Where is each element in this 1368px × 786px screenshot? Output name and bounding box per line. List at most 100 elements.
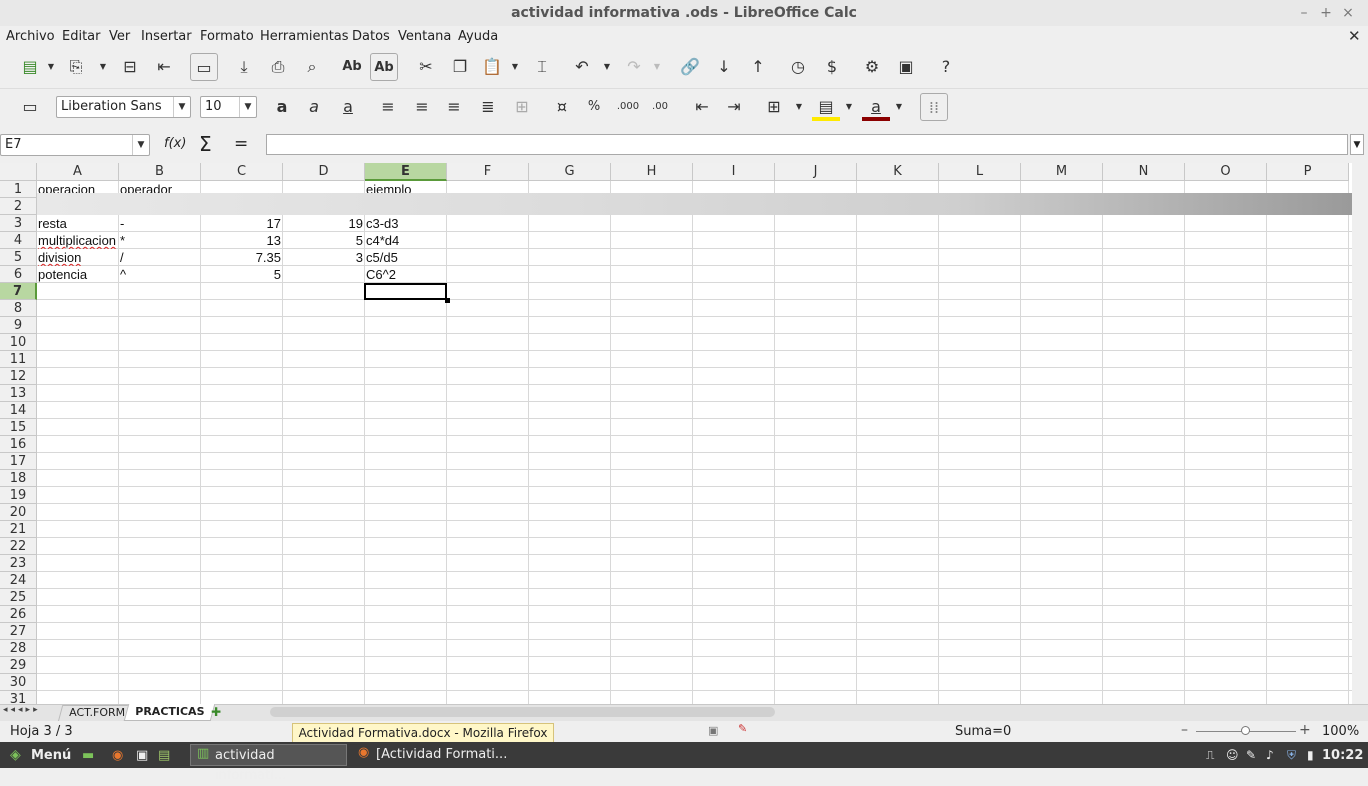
- chevron-down-icon[interactable]: ▼: [132, 135, 149, 155]
- zoom-level[interactable]: 100%: [1322, 724, 1359, 739]
- clone-formatting-icon[interactable]: ⌶: [528, 53, 556, 81]
- show-desktop-icon[interactable]: ▬: [82, 745, 94, 766]
- row-header-8[interactable]: 8: [0, 300, 37, 317]
- tray-battery-icon[interactable]: ▮: [1307, 745, 1314, 766]
- sidebar-toggle-icon[interactable]: ▭: [16, 93, 44, 121]
- cell-a5[interactable]: division: [38, 249, 118, 266]
- align-center-icon[interactable]: ≡: [408, 93, 436, 121]
- cell-c3[interactable]: 17: [201, 215, 281, 232]
- row-header-24[interactable]: 24: [0, 572, 37, 589]
- row-header-13[interactable]: 13: [0, 385, 37, 402]
- menu-datos[interactable]: Datos: [352, 27, 390, 47]
- menu-ayuda[interactable]: Ayuda: [458, 27, 498, 47]
- cell-c4[interactable]: 13: [201, 232, 281, 249]
- row-header-12[interactable]: 12: [0, 368, 37, 385]
- merge-cells-icon[interactable]: ⊞: [508, 93, 536, 121]
- row-header-11[interactable]: 11: [0, 351, 37, 368]
- align-left-icon[interactable]: ≡: [374, 93, 402, 121]
- row-header-3[interactable]: 3: [0, 215, 37, 232]
- row-header-21[interactable]: 21: [0, 521, 37, 538]
- justify-icon[interactable]: ≣: [474, 93, 502, 121]
- selected-cell-cursor[interactable]: [364, 283, 447, 300]
- sort-descending-icon[interactable]: ↓: [710, 53, 738, 81]
- expand-formula-icon[interactable]: ▼: [1350, 134, 1364, 155]
- redo-icon[interactable]: ↷: [620, 53, 648, 81]
- cell-e6[interactable]: C6^2: [366, 266, 446, 283]
- print-preview-icon[interactable]: ⌕: [298, 53, 326, 81]
- function-wizard-button[interactable]: f(x): [164, 136, 186, 151]
- open-dropdown-icon[interactable]: ▼: [98, 53, 108, 81]
- row-header-17[interactable]: 17: [0, 453, 37, 470]
- chevron-down-icon[interactable]: ▼: [173, 97, 190, 117]
- column-header-a[interactable]: A: [37, 163, 119, 181]
- menu-insertar[interactable]: Insertar: [141, 27, 192, 47]
- column-header-d[interactable]: D: [283, 163, 365, 181]
- row-header-26[interactable]: 26: [0, 606, 37, 623]
- column-header-l[interactable]: L: [939, 163, 1021, 181]
- mint-menu-icon[interactable]: ◈: [10, 745, 21, 766]
- sheet-nav-arrows[interactable]: ◂◂◂▸▸: [3, 705, 41, 715]
- row-header-27[interactable]: 27: [0, 623, 37, 640]
- column-header-m[interactable]: M: [1021, 163, 1103, 181]
- cell-a4[interactable]: multiplicacion: [38, 232, 118, 249]
- row-header-7[interactable]: 7: [0, 283, 37, 300]
- column-header-e[interactable]: E: [365, 163, 447, 181]
- tray-network-icon[interactable]: ⎍: [1206, 745, 1214, 766]
- chevron-down-icon[interactable]: ▼: [239, 97, 256, 117]
- row-header-16[interactable]: 16: [0, 436, 37, 453]
- row-header-15[interactable]: 15: [0, 419, 37, 436]
- zoom-out-button[interactable]: –: [1181, 722, 1188, 738]
- row-header-1[interactable]: 1: [0, 181, 37, 198]
- terminal-launcher-icon[interactable]: ▣: [136, 745, 148, 766]
- pivot-table-icon[interactable]: $: [818, 53, 846, 81]
- column-header-g[interactable]: G: [529, 163, 611, 181]
- font-color-icon[interactable]: a: [862, 93, 890, 121]
- cell-b3[interactable]: -: [120, 215, 200, 232]
- zoom-slider-thumb[interactable]: [1241, 726, 1250, 735]
- column-header-k[interactable]: K: [857, 163, 939, 181]
- new-dropdown-icon[interactable]: ▼: [46, 53, 56, 81]
- borders-icon[interactable]: ⊞: [760, 93, 788, 121]
- sum-button[interactable]: Σ: [199, 132, 212, 156]
- cell-e3[interactable]: c3-d3: [366, 215, 446, 232]
- font-size-box[interactable]: 10 ▼: [200, 96, 257, 118]
- zoom-in-button[interactable]: +: [1299, 722, 1311, 738]
- bold-icon[interactable]: a: [268, 93, 296, 121]
- maximize-button[interactable]: +: [1316, 3, 1336, 23]
- cell-b5[interactable]: /: [120, 249, 200, 266]
- fill-handle[interactable]: [445, 298, 450, 303]
- copy-icon[interactable]: ❐: [446, 53, 474, 81]
- column-header-p[interactable]: P: [1267, 163, 1349, 181]
- row-header-6[interactable]: 6: [0, 266, 37, 283]
- tray-pen-icon[interactable]: ✎: [1246, 745, 1256, 766]
- settings-icon[interactable]: ⚙: [858, 53, 886, 81]
- menu-archivo[interactable]: Archivo: [6, 27, 55, 47]
- decrease-indent-icon[interactable]: ⇤: [688, 93, 716, 121]
- underline-icon[interactable]: a: [334, 93, 362, 121]
- cell-b6[interactable]: ^: [120, 266, 200, 283]
- sheet-tab-practicas[interactable]: PRACTICAS: [123, 704, 216, 721]
- tray-volume-icon[interactable]: ♪: [1266, 745, 1274, 766]
- undo-icon[interactable]: ↶: [568, 53, 596, 81]
- auto-spellcheck-icon[interactable]: Ab: [370, 53, 398, 81]
- firefox-launcher-icon[interactable]: ◉: [112, 745, 123, 766]
- add-decimal-icon[interactable]: .000: [614, 93, 642, 121]
- task-firefox[interactable]: ◉ [Actividad Formati...: [352, 744, 509, 766]
- cell-a6[interactable]: potencia: [38, 266, 118, 283]
- row-header-9[interactable]: 9: [0, 317, 37, 334]
- cell-a3[interactable]: resta: [38, 215, 118, 232]
- column-header-o[interactable]: O: [1185, 163, 1267, 181]
- open-icon[interactable]: ⎘: [62, 53, 90, 81]
- spreadsheet-grid[interactable]: ABCDEFGHIJKLMNOP 1 2 3 4 5 6 7 8 9 10 11 12 13 14 15 16…: [0, 163, 1352, 704]
- cell-c6[interactable]: 5: [201, 266, 281, 283]
- cut-icon[interactable]: ✂: [412, 53, 440, 81]
- row-header-10[interactable]: 10: [0, 334, 37, 351]
- sort-ascending-icon[interactable]: ↑: [744, 53, 772, 81]
- formula-input[interactable]: [266, 134, 1348, 155]
- menu-ver[interactable]: Ver: [109, 27, 130, 47]
- image-icon[interactable]: ▣: [892, 53, 920, 81]
- italic-icon[interactable]: a: [300, 93, 328, 121]
- menu-ventana[interactable]: Ventana: [398, 27, 451, 47]
- save-icon[interactable]: ⊟: [116, 53, 144, 81]
- row-header-23[interactable]: 23: [0, 555, 37, 572]
